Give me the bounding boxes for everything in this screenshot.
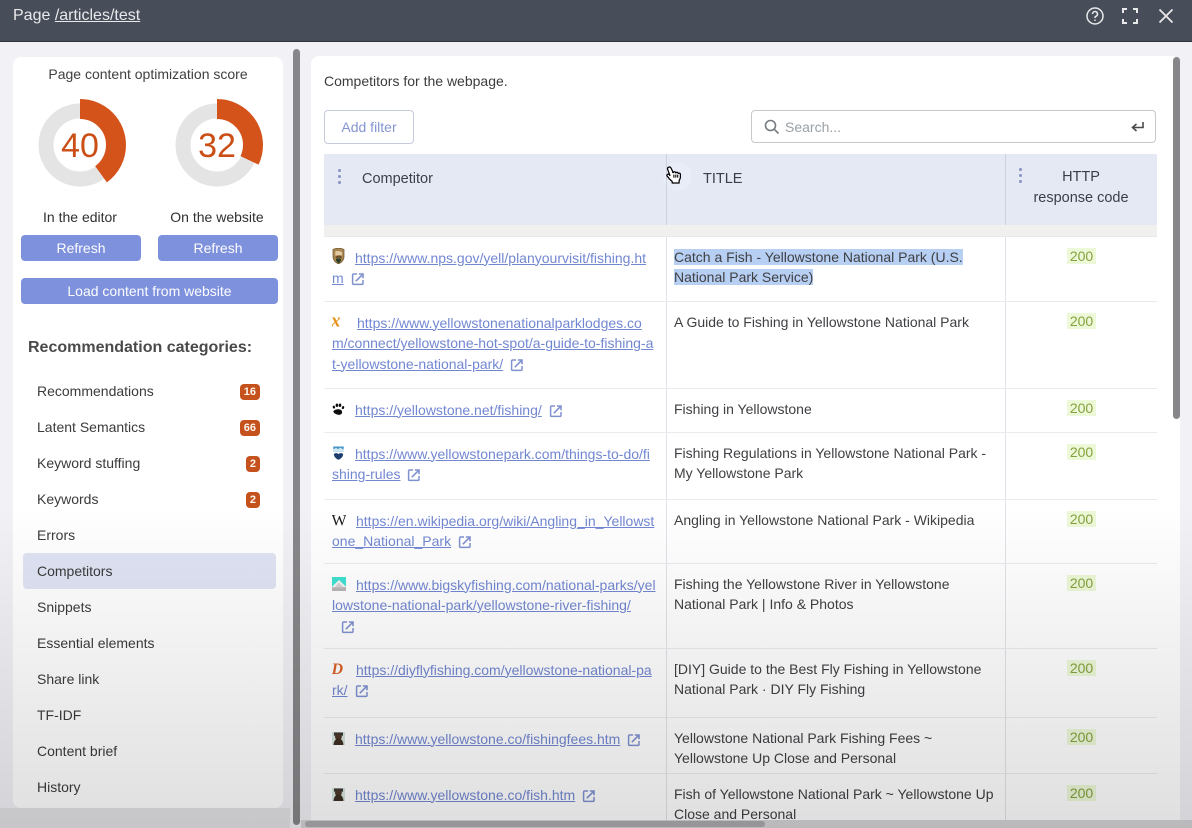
- svg-text:x: x: [332, 313, 341, 329]
- svg-text:32: 32: [198, 127, 236, 165]
- svg-text:40: 40: [61, 127, 99, 165]
- svg-text:D: D: [332, 661, 344, 676]
- svg-text:W: W: [332, 513, 346, 527]
